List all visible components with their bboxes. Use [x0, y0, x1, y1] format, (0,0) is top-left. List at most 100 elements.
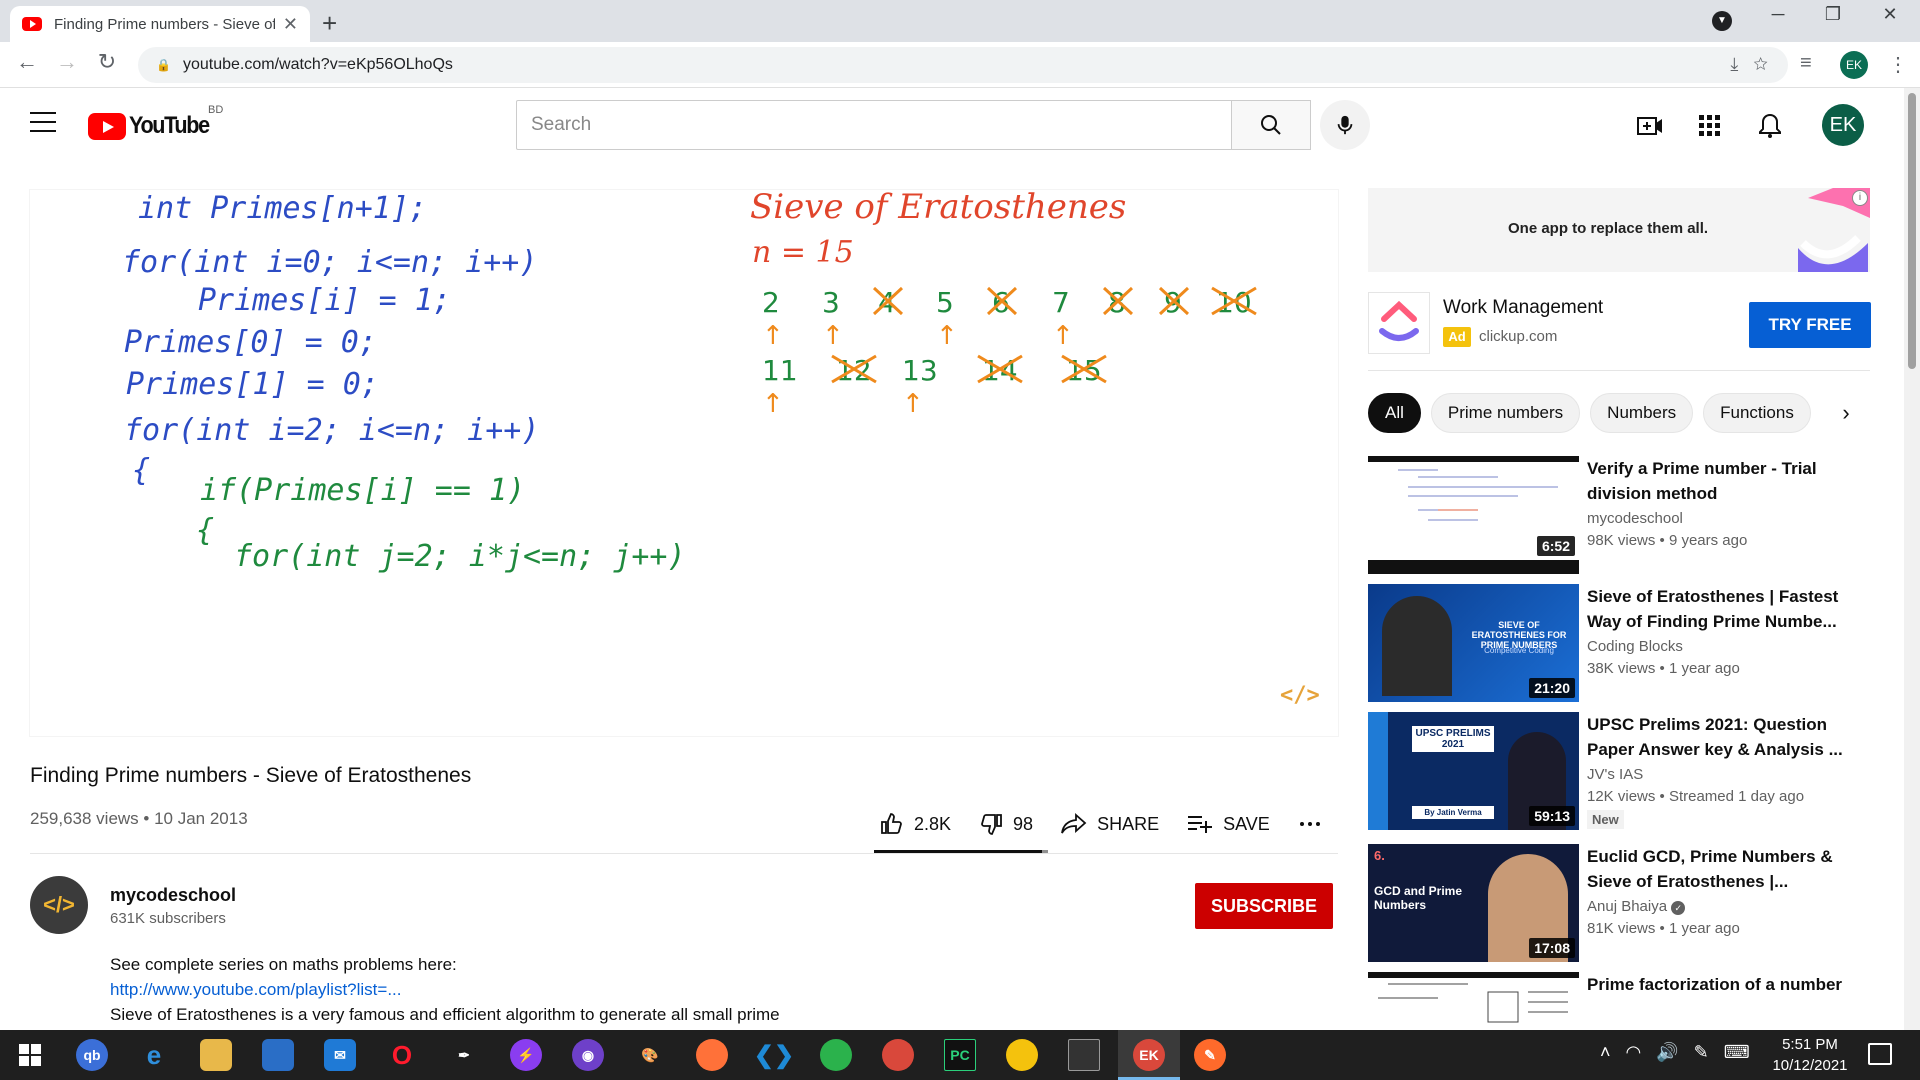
sieve-row-1: 2↑3↑45↑67↑8910	[762, 286, 1257, 351]
store-icon[interactable]	[262, 1039, 294, 1071]
more-actions-button[interactable]	[1298, 812, 1332, 836]
chip-functions[interactable]: Functions	[1703, 393, 1811, 433]
system-tray[interactable]: ˄ ◠ 🔊 ✎ ⌨	[1600, 1042, 1750, 1063]
user-avatar[interactable]: EK	[1822, 104, 1864, 146]
address-bar[interactable]: 🔒 youtube.com/watch?v=eKp56OLhoQs ⤓ ☆	[138, 47, 1788, 83]
edge-dev-icon[interactable]	[820, 1039, 852, 1071]
reload-icon[interactable]: ↻	[92, 49, 122, 75]
chip-prime-numbers[interactable]: Prime numbers	[1430, 393, 1581, 433]
save-button[interactable]: SAVE	[1187, 813, 1270, 835]
postman-icon[interactable]: ✎	[1194, 1039, 1226, 1071]
recommended-title[interactable]: Euclid GCD, Prime Numbers & Sieve of Era…	[1587, 844, 1867, 894]
video-thumbnail[interactable]: 6:52	[1368, 456, 1579, 574]
thumbnail-person	[1382, 596, 1452, 696]
ad-banner-tagline: One app to replace them all.	[1508, 220, 1709, 237]
chrome-active-icon[interactable]: EK	[1133, 1039, 1165, 1071]
dislike-button[interactable]: 98	[979, 812, 1033, 836]
youtube-logo[interactable]: YouTube BD	[88, 104, 223, 140]
recommended-title[interactable]: Prime factorization of a number	[1587, 972, 1867, 997]
tab-search-icon[interactable]: ▼	[1712, 11, 1732, 31]
browser-profile-avatar[interactable]: EK	[1840, 51, 1868, 79]
chips-next-arrow-icon[interactable]: ›	[1822, 393, 1870, 433]
inkscape-icon[interactable]: ✒	[448, 1039, 480, 1071]
video-thumbnail[interactable]	[1368, 972, 1579, 1030]
new-tab-button[interactable]: +	[322, 8, 337, 39]
sieve-number: 2	[762, 286, 780, 319]
recommended-video[interactable]: 6. GCD and Prime Numbers 17:08 Euclid GC…	[1368, 844, 1870, 962]
firefox-icon[interactable]	[696, 1039, 728, 1071]
recommended-video[interactable]: Prime factorization of a number	[1368, 972, 1870, 1030]
video-actions: 2.8K 98 SHARE SAVE	[880, 806, 1360, 842]
subscribe-button[interactable]: SUBSCRIBE	[1195, 883, 1333, 929]
github-icon[interactable]: ◉	[572, 1039, 604, 1071]
scrollbar-thumb[interactable]	[1908, 93, 1916, 369]
edge-icon[interactable]: e	[138, 1039, 170, 1071]
taskbar-clock[interactable]: 5:51 PM 10/12/2021	[1760, 1034, 1860, 1076]
recommended-title[interactable]: Verify a Prime number - Trial division m…	[1587, 456, 1867, 506]
recommended-video[interactable]: UPSC PRELIMS 2021 By Jatin Verma 59:13 U…	[1368, 712, 1870, 830]
page-scrollbar[interactable]	[1904, 88, 1920, 1030]
chip-all[interactable]: All	[1368, 393, 1421, 433]
tab-close-icon[interactable]: ✕	[283, 14, 298, 35]
advertiser-logo[interactable]	[1368, 292, 1430, 354]
search-input[interactable]: Search	[516, 100, 1232, 150]
windows-start-icon[interactable]	[14, 1039, 46, 1071]
create-video-icon[interactable]	[1634, 110, 1666, 142]
apps-grid-icon[interactable]	[1694, 110, 1726, 142]
vscode-icon[interactable]: ❮❯	[754, 1039, 794, 1071]
like-button[interactable]: 2.8K	[880, 812, 951, 836]
window-close-icon[interactable]: ✕	[1870, 4, 1910, 25]
terminal-icon[interactable]	[1068, 1039, 1100, 1071]
channel-avatar[interactable]: </>	[30, 876, 88, 934]
video-thumbnail[interactable]: SIEVE OF ERATOSTHENES FOR PRIME NUMBERS …	[1368, 584, 1579, 702]
prime-arrow-icon: ↑	[1052, 321, 1074, 351]
ad-banner[interactable]: One app to replace them all.	[1368, 188, 1870, 272]
code-line: Primes[i] = 1;	[198, 283, 451, 318]
recommended-channel[interactable]: mycodeschool	[1587, 510, 1683, 527]
restore-icon[interactable]: ❐	[1813, 4, 1853, 25]
notification-center-icon[interactable]	[1868, 1043, 1892, 1065]
chip-numbers[interactable]: Numbers	[1590, 393, 1694, 433]
hamburger-menu-icon[interactable]	[30, 112, 56, 132]
channel-name[interactable]: mycodeschool	[110, 885, 236, 906]
voice-search-button[interactable]	[1320, 100, 1370, 150]
ad-cta-button[interactable]: TRY FREE	[1749, 302, 1871, 348]
video-thumbnail[interactable]: 6. GCD and Prime Numbers 17:08	[1368, 844, 1579, 962]
paint-icon[interactable]: 🎨	[634, 1039, 666, 1071]
divider	[1368, 370, 1870, 371]
code-line: Primes[0] = 0;	[124, 325, 377, 360]
qbittorrent-icon[interactable]: qb	[76, 1039, 108, 1071]
share-button[interactable]: SHARE	[1061, 813, 1159, 835]
minimize-icon[interactable]: ─	[1758, 4, 1798, 25]
search-button[interactable]	[1231, 100, 1311, 150]
messenger-icon[interactable]: ⚡	[510, 1039, 542, 1071]
chrome-icon[interactable]	[1006, 1039, 1038, 1071]
mail-icon[interactable]: ✉	[324, 1039, 356, 1071]
recommended-title[interactable]: UPSC Prelims 2021: Question Paper Answer…	[1587, 712, 1867, 762]
notifications-bell-icon[interactable]	[1754, 110, 1786, 142]
pycharm-icon[interactable]: PC	[944, 1039, 976, 1071]
recommended-channel[interactable]: JV's IAS	[1587, 766, 1643, 783]
video-thumbnail[interactable]: UPSC PRELIMS 2021 By Jatin Verma 59:13	[1368, 712, 1579, 830]
bookmark-star-icon[interactable]: ⤓ ☆	[1730, 54, 1768, 75]
recommended-video[interactable]: 6:52 Verify a Prime number - Trial divis…	[1368, 456, 1870, 574]
description-link[interactable]: http://www.youtube.com/playlist?list=...	[110, 980, 402, 1000]
opera-icon[interactable]: O	[386, 1039, 418, 1071]
recommended-channel[interactable]: Coding Blocks	[1587, 638, 1683, 655]
ad-info-icon[interactable]: i	[1852, 190, 1868, 206]
channel-name: Anuj Bhaiya	[1587, 898, 1668, 915]
file-explorer-icon[interactable]	[200, 1039, 232, 1071]
browser-menu-icon[interactable]: ⋮	[1888, 52, 1908, 77]
chrome-profile-icon[interactable]	[882, 1039, 914, 1071]
youtube-favicon-icon	[22, 17, 42, 31]
video-player[interactable]: int Primes[n+1]; for(int i=0; i<=n; i++)…	[30, 190, 1338, 736]
recommended-video[interactable]: SIEVE OF ERATOSTHENES FOR PRIME NUMBERS …	[1368, 584, 1870, 702]
forward-icon[interactable]: →	[52, 49, 82, 75]
media-queue-icon[interactable]: ≡	[1800, 52, 1812, 75]
back-icon[interactable]: ←	[12, 49, 42, 75]
ad-title[interactable]: Work Management	[1443, 297, 1603, 319]
recommended-channel[interactable]: Anuj Bhaiya ✓	[1587, 898, 1686, 915]
browser-tab[interactable]: Finding Prime numbers - Sieve of ✕	[10, 6, 310, 42]
recommended-title[interactable]: Sieve of Eratosthenes | Fastest Way of F…	[1587, 584, 1867, 634]
video-duration: 6:52	[1536, 536, 1575, 556]
